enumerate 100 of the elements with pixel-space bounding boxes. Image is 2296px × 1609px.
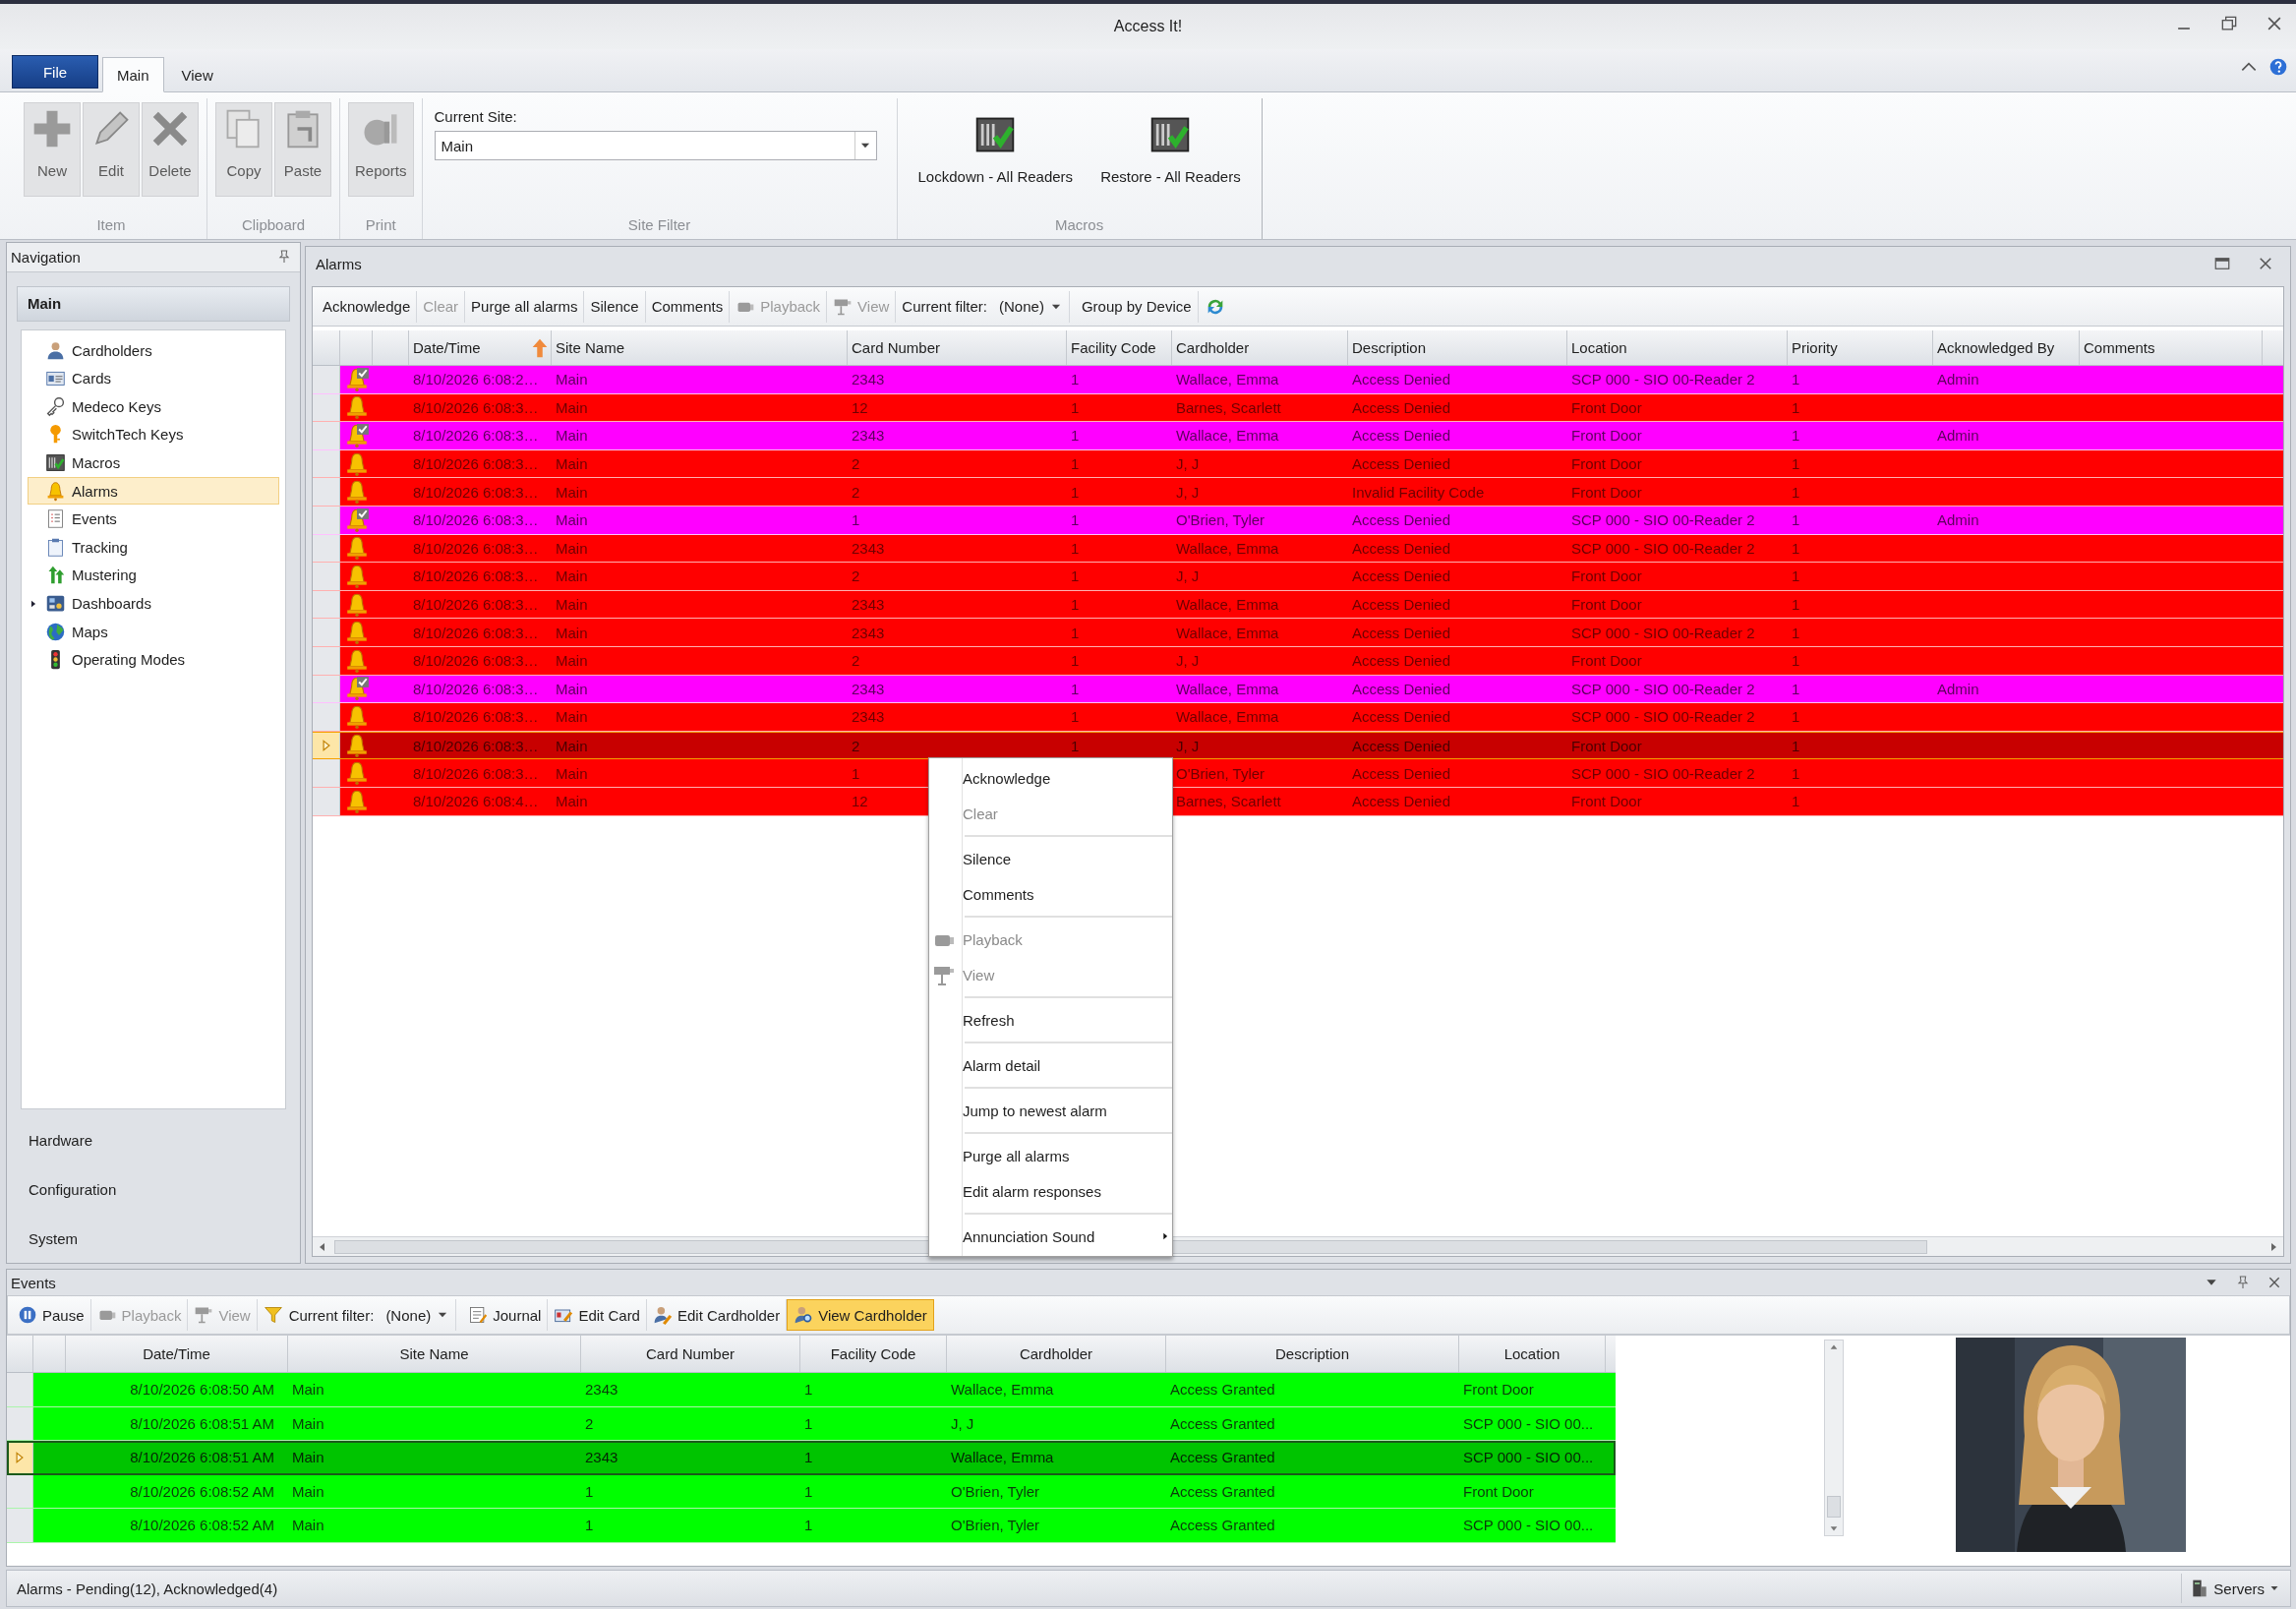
column-header[interactable]: Facility Code bbox=[1067, 330, 1172, 365]
table-cell: J, J bbox=[1176, 737, 1200, 754]
filter-dropdown[interactable]: (None) bbox=[993, 290, 1070, 323]
column-header[interactable]: Acknowledged By bbox=[1933, 330, 2080, 365]
nav-item[interactable]: Mustering bbox=[28, 561, 279, 590]
menu-item[interactable]: Alarm detail bbox=[929, 1047, 1172, 1083]
toolbar-button[interactable]: Comments bbox=[645, 290, 731, 323]
help-icon[interactable] bbox=[2268, 57, 2288, 77]
scroll-down-button[interactable] bbox=[1829, 1523, 1839, 1533]
nav-group-header[interactable]: Main bbox=[17, 285, 290, 322]
table-cell: Main bbox=[556, 793, 588, 810]
table-cell: 8/10/2026 6:08:3… bbox=[413, 427, 539, 445]
nav-section[interactable]: Configuration bbox=[29, 1180, 117, 1198]
menu-item[interactable]: Silence bbox=[929, 841, 1172, 876]
column-header[interactable]: Site Name bbox=[288, 1336, 581, 1372]
nav-item[interactable]: Maps bbox=[28, 617, 279, 646]
nav-item[interactable]: Tracking bbox=[28, 533, 279, 562]
group-label: Print bbox=[365, 215, 396, 233]
nav-item[interactable]: SwitchTech Keys bbox=[28, 420, 279, 449]
nav-section[interactable]: Hardware bbox=[29, 1131, 93, 1149]
table-cell: 2 bbox=[852, 652, 860, 670]
column-header[interactable]: Location bbox=[1459, 1336, 1606, 1372]
table-cell: Main bbox=[292, 1414, 324, 1432]
table-cell: Front Door bbox=[1571, 567, 1642, 585]
nav-item[interactable]: Events bbox=[28, 505, 279, 533]
menu-item[interactable]: Purge all alarms bbox=[929, 1138, 1172, 1173]
nav-item[interactable]: Macros bbox=[28, 448, 279, 477]
table-row[interactable]: 8/10/2026 6:08:3… Main 2343 1 Wallace, Emma Access Denied Front Door 1 Admin bbox=[313, 422, 2283, 450]
table-cell: 1 bbox=[804, 1381, 813, 1399]
table-cell: 8/10/2026 6:08:3… bbox=[413, 708, 539, 726]
column-header[interactable]: Card Number bbox=[581, 1336, 800, 1372]
ribbon-button[interactable]: Restore - All Readers bbox=[1088, 102, 1254, 197]
table-cell: Wallace, Emma bbox=[951, 1449, 1054, 1466]
nav-item[interactable]: Cardholders bbox=[28, 335, 279, 365]
column-header[interactable]: Date/Time bbox=[66, 1336, 288, 1372]
table-row[interactable]: 8/10/2026 6:08:51 AM Main 2343 1 Wallace, Emma Access Granted SCP 000 - SIO 00... bbox=[7, 1441, 1616, 1475]
table-cell: Access Granted bbox=[1170, 1449, 1275, 1466]
close-panel-button[interactable] bbox=[2257, 255, 2274, 272]
filter-dropdown[interactable]: (None) bbox=[380, 1299, 457, 1331]
column-header[interactable]: Card Number bbox=[848, 330, 1067, 365]
toolbar-button[interactable]: Group by Device bbox=[1075, 290, 1199, 323]
nav-item[interactable]: Alarms bbox=[28, 476, 279, 506]
table-cell: 1 bbox=[1071, 567, 1080, 585]
scroll-up-button[interactable] bbox=[1829, 1342, 1839, 1352]
table-row[interactable]: 8/10/2026 6:08:50 AM Main 2343 1 Wallace, Emma Access Granted Front Door bbox=[7, 1373, 1616, 1407]
column-header[interactable]: Comments bbox=[2080, 330, 2263, 365]
table-row[interactable]: 8/10/2026 6:08:52 AM Main 1 1 O'Brien, Tyler Access Granted Front Door bbox=[7, 1474, 1616, 1509]
toolbar-button[interactable]: Journal bbox=[462, 1299, 549, 1331]
scrollbar[interactable] bbox=[1824, 1340, 1844, 1536]
row-header[interactable] bbox=[7, 1441, 33, 1474]
table-cell: 1 bbox=[1792, 398, 1800, 416]
menu-item[interactable]: Annunciation Sound bbox=[929, 1219, 1172, 1254]
column-header[interactable]: Facility Code bbox=[800, 1336, 947, 1372]
panel-title: Alarms bbox=[316, 255, 362, 272]
pin-icon[interactable] bbox=[2235, 1275, 2251, 1290]
nav-item[interactable]: Medeco Keys bbox=[28, 392, 279, 421]
close-panel-button[interactable] bbox=[2267, 1275, 2282, 1290]
servers-button[interactable]: Servers bbox=[2181, 1574, 2280, 1603]
nav-section[interactable]: System bbox=[29, 1229, 78, 1247]
toolbar-button[interactable]: Acknowledge bbox=[317, 290, 418, 323]
toolbar-button[interactable]: Purge all alarms bbox=[465, 290, 585, 323]
column-header[interactable]: Priority bbox=[1788, 330, 1933, 365]
ribbon-tab[interactable]: Main bbox=[102, 57, 164, 92]
column-header[interactable]: Cardholder bbox=[1172, 330, 1348, 365]
nav-item[interactable]: Operating Modes bbox=[28, 645, 279, 674]
maximize-panel-button[interactable] bbox=[2213, 255, 2231, 272]
toolbar-button[interactable]: Pause bbox=[12, 1299, 91, 1331]
ribbon-tab[interactable]: View bbox=[167, 57, 227, 92]
table-row[interactable]: 8/10/2026 6:08:3… Main 2343 1 Wallace, Emma Access Denied SCP 000 - SIO 00-Reader 2 1 Admin bbox=[313, 675, 2283, 704]
table-cell: Access Granted bbox=[1170, 1517, 1275, 1534]
menu-item[interactable]: Edit alarm responses bbox=[929, 1173, 1172, 1209]
column-header[interactable]: Description bbox=[1348, 330, 1567, 365]
table-cell: Access Denied bbox=[1352, 371, 1451, 388]
toolbar-button[interactable]: Silence bbox=[584, 290, 646, 323]
toolbar-button[interactable]: View Cardholder bbox=[787, 1299, 934, 1331]
nav-item[interactable]: Cards bbox=[28, 364, 279, 393]
table-row[interactable]: 8/10/2026 6:08:3… Main 1 1 O'Brien, Tyler Access Denied SCP 000 - SIO 00-Reader 2 1 Admin bbox=[313, 506, 2283, 535]
ribbon-button[interactable]: Lockdown - All Readers bbox=[905, 102, 1087, 197]
ribbon-tab[interactable]: File bbox=[12, 55, 98, 89]
column-header[interactable]: Description bbox=[1166, 1336, 1459, 1372]
row-header[interactable] bbox=[7, 1474, 33, 1508]
menu-item[interactable]: Jump to newest alarm bbox=[929, 1093, 1172, 1128]
site-dropdown[interactable]: Main bbox=[434, 131, 877, 160]
nav-item[interactable]: Dashboards bbox=[28, 589, 279, 618]
table-cell: 8/10/2026 6:08:52 AM bbox=[130, 1517, 274, 1534]
menu-item[interactable]: Refresh bbox=[929, 1002, 1172, 1038]
scrollbar-thumb[interactable] bbox=[1827, 1496, 1841, 1518]
table-row[interactable]: 8/10/2026 6:08:52 AM Main 1 1 O'Brien, Tyler Access Granted SCP 000 - SIO 00... bbox=[7, 1509, 1616, 1543]
menu-item[interactable]: Comments bbox=[929, 876, 1172, 912]
table-cell: 1 bbox=[1071, 427, 1080, 445]
column-header[interactable]: Cardholder bbox=[947, 1336, 1166, 1372]
panel-title: Navigation bbox=[11, 248, 81, 266]
column-header[interactable]: Site Name bbox=[552, 330, 848, 365]
table-row[interactable]: 8/10/2026 6:08:51 AM Main 2 1 J, J Access Granted SCP 000 - SIO 00... bbox=[7, 1406, 1616, 1441]
column-header[interactable]: Date/Time bbox=[409, 330, 552, 365]
table-row[interactable]: 8/10/2026 6:08:2… Main 2343 1 Wallace, Emma Access Denied SCP 000 - SIO 00-Reader 2 1 Admin bbox=[313, 366, 2283, 394]
table-cell: 2 bbox=[852, 567, 860, 585]
pin-icon[interactable] bbox=[276, 249, 292, 266]
column-header[interactable]: Location bbox=[1567, 330, 1788, 365]
toolbar-button[interactable]: Edit Card bbox=[548, 1299, 647, 1331]
